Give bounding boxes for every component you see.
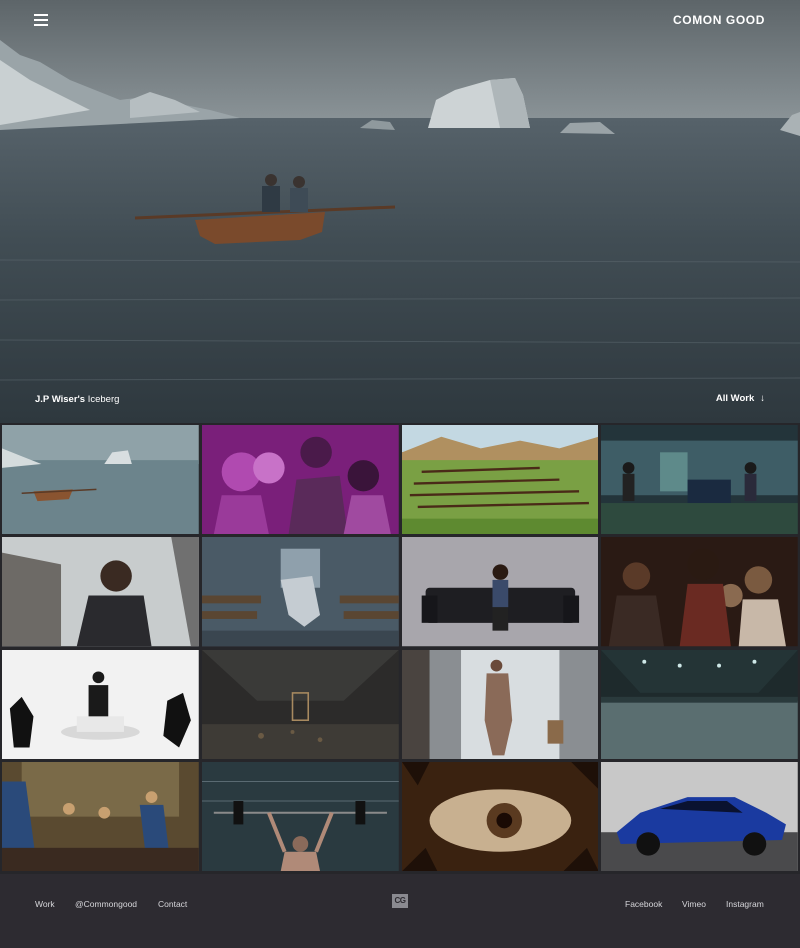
footer-link-work[interactable]: Work bbox=[35, 899, 55, 909]
hero-title: Iceberg bbox=[87, 394, 120, 405]
arrow-down-icon: ↓ bbox=[760, 393, 765, 404]
work-tile-ice-rink[interactable] bbox=[601, 649, 798, 759]
hamburger-icon[interactable] bbox=[34, 14, 48, 26]
work-tile-weightlifter[interactable] bbox=[201, 761, 399, 871]
footer-link-handle[interactable]: @Commongood bbox=[75, 899, 137, 909]
hero-caption[interactable]: J.P Wiser's Iceberg bbox=[35, 394, 119, 405]
work-tile-dark-warehouse[interactable] bbox=[201, 649, 399, 759]
work-tile-purple-group[interactable] bbox=[201, 425, 399, 535]
hero-client: J.P Wiser's bbox=[35, 394, 86, 405]
work-tile-night-chase[interactable] bbox=[601, 425, 798, 535]
work-tile-party-crowd[interactable] bbox=[601, 537, 798, 647]
work-tile-iceberg-rowboat[interactable] bbox=[2, 425, 199, 535]
hero-image bbox=[0, 0, 800, 423]
work-tile-hoodie-portrait[interactable] bbox=[2, 537, 199, 647]
work-tile-painted-mural[interactable] bbox=[2, 761, 199, 871]
hero-banner[interactable]: COMON GOOD J.P Wiser's Iceberg All Work ↓ bbox=[0, 0, 800, 423]
work-tile-church-dancer[interactable] bbox=[201, 537, 399, 647]
footer-link-instagram[interactable]: Instagram bbox=[726, 899, 764, 909]
work-tile-eye-illustration[interactable] bbox=[401, 761, 599, 871]
site-footer: Work @Commongood Contact CG Facebook Vim… bbox=[0, 874, 800, 948]
work-tile-sofa-portrait[interactable] bbox=[401, 537, 599, 647]
footer-logo[interactable]: CG bbox=[392, 894, 408, 908]
all-work-link[interactable]: All Work ↓ bbox=[716, 393, 765, 404]
footer-link-contact[interactable]: Contact bbox=[158, 899, 187, 909]
footer-link-facebook[interactable]: Facebook bbox=[625, 899, 662, 909]
footer-link-vimeo[interactable]: Vimeo bbox=[682, 899, 706, 909]
brand-logo[interactable]: COMON GOOD bbox=[673, 13, 765, 27]
work-tile-window-figure[interactable] bbox=[401, 649, 599, 759]
work-tile-pedestal-sculpture[interactable] bbox=[2, 649, 199, 759]
all-work-label: All Work bbox=[715, 393, 755, 404]
work-grid bbox=[0, 423, 800, 874]
work-tile-landscape-field[interactable] bbox=[401, 425, 599, 535]
work-tile-blue-car[interactable] bbox=[601, 761, 798, 871]
